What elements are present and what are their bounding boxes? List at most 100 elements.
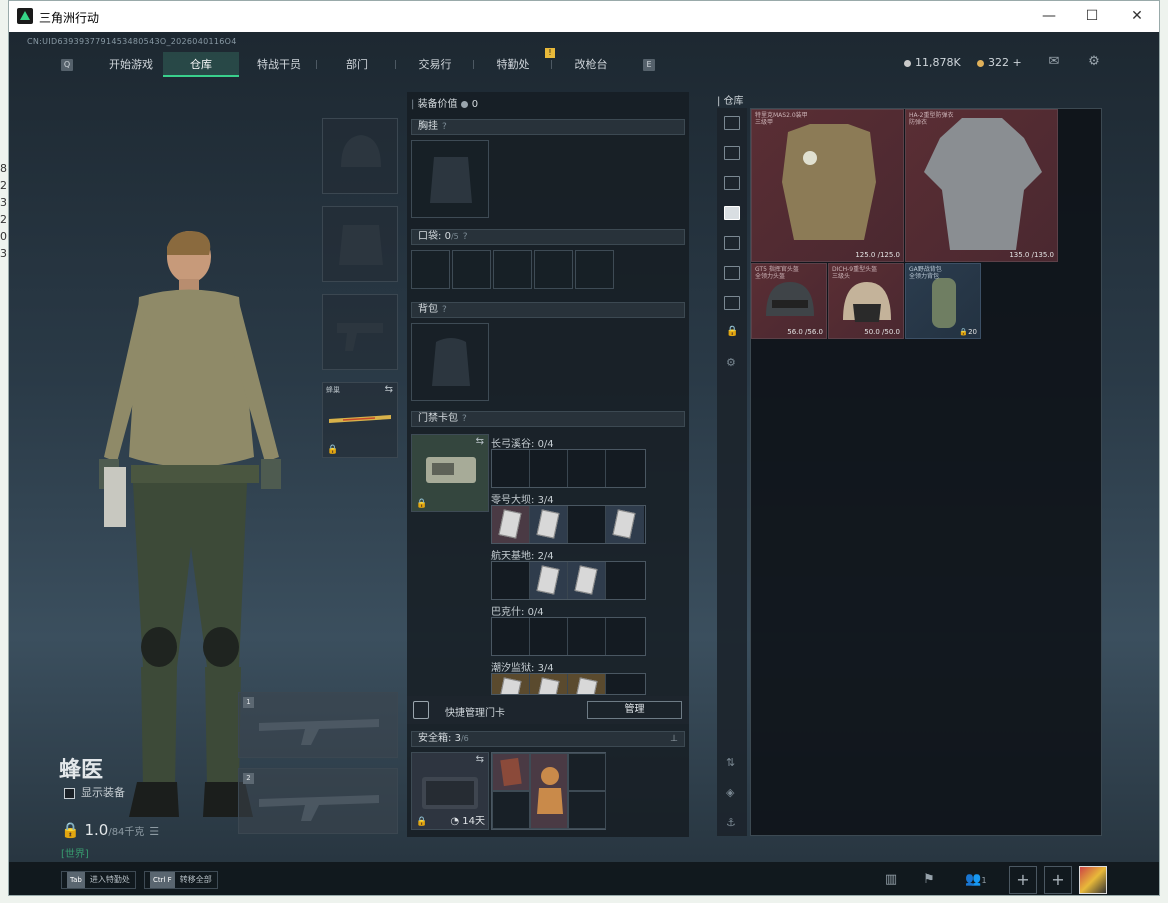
tab-start-game[interactable]: 开始游戏	[93, 52, 169, 77]
safe-item[interactable]	[492, 753, 530, 791]
tool-icon[interactable]: ⚓	[726, 816, 736, 829]
maximize-button[interactable]: ☐	[1069, 5, 1115, 27]
weapons-icon[interactable]	[724, 146, 740, 160]
gold-coin-icon	[977, 59, 984, 67]
tab-gunsmith[interactable]: 改枪台	[553, 52, 629, 77]
lock-icon: 🔒	[416, 499, 428, 509]
keycard-item[interactable]	[530, 506, 568, 543]
tab-special-ops[interactable]: 特勤处	[475, 52, 551, 77]
keycard-item[interactable]	[568, 674, 606, 694]
tab-department[interactable]: 部门	[319, 52, 395, 77]
add-teammate-button[interactable]: +	[1044, 866, 1072, 894]
show-equipment-toggle[interactable]: 显示装备	[64, 784, 125, 800]
warehouse-item-backpack[interactable]: GA野战背包 全领力背包 🔒20	[905, 263, 981, 339]
keycard-item[interactable]	[606, 506, 644, 543]
swap-icon[interactable]: ⇆	[476, 436, 484, 447]
chest-rig-slot[interactable]	[411, 140, 489, 218]
help-icon[interactable]: ?	[442, 305, 447, 315]
medical-icon[interactable]	[724, 236, 740, 250]
tab-operators[interactable]: 特战干员	[241, 52, 317, 77]
safe-item[interactable]	[530, 753, 568, 829]
tab-trading[interactable]: 交易行	[397, 52, 473, 77]
checkbox[interactable]	[64, 787, 75, 799]
help-icon[interactable]: ?	[462, 414, 467, 424]
hint-transfer-all[interactable]: Ctrl F 转移全部	[144, 871, 218, 889]
minimize-button[interactable]: —	[1026, 5, 1072, 27]
keycard-icon	[413, 701, 429, 719]
backpack-slot[interactable]	[411, 323, 489, 401]
pocket-slot[interactable]	[534, 250, 573, 289]
bottom-bar: Tab 进入特勤处 Ctrl F 转移全部 ▥ ⚑ 👥1 + +	[9, 862, 1159, 895]
melee-slot[interactable]: 蜂巢 ⇆ 🔒	[322, 382, 398, 458]
primary-weapon-slot[interactable]: 1	[238, 692, 398, 758]
close-button[interactable]: ✕	[1114, 5, 1159, 27]
help-icon[interactable]: ?	[442, 122, 447, 132]
keycard-row[interactable]	[491, 673, 646, 695]
loadout-panel: | 装备价值 0 胸挂? 口袋: 0/5? 背包? 门禁卡包? ⇆ 🔒 长弓溪谷…	[407, 92, 689, 837]
nav-divider	[551, 60, 552, 69]
swap-icon[interactable]: ⇆	[476, 754, 484, 765]
tab-warehouse[interactable]: 仓库	[163, 52, 239, 77]
operator-name: 蜂医	[59, 758, 104, 783]
player-avatar[interactable]	[1079, 866, 1107, 894]
warehouse-title: | 仓库	[717, 96, 744, 107]
pin-icon[interactable]: ⊥	[670, 732, 678, 746]
hint-enter-special-ops[interactable]: Tab 进入特勤处	[61, 871, 136, 889]
list-icon[interactable]: ☰	[149, 825, 159, 838]
keycard-wallet-slot[interactable]: ⇆ 🔒	[411, 434, 489, 512]
warehouse-item-armor[interactable]: 特里克MAS2.0装甲 三级甲 125.0 /125.0	[751, 109, 904, 262]
game-view: CN:UID6393937791453480543O_2026040116O4 …	[9, 32, 1159, 895]
warehouse-item-heavy-helmet[interactable]: DICH-9重型头盔 三级头 50.0 /50.0	[828, 263, 904, 339]
slot-number: 2	[243, 773, 254, 784]
keycard-row[interactable]	[491, 505, 646, 544]
warehouse-item-helmet[interactable]: GT5 指挥官头盔 全领力头盔 56.0 /56.0	[751, 263, 827, 339]
pocket-slot[interactable]	[452, 250, 491, 289]
pocket-slot[interactable]	[575, 250, 614, 289]
keycard-item[interactable]	[492, 674, 530, 694]
squad-icon[interactable]: 👥1	[961, 870, 991, 890]
warehouse-item-heavy-armor[interactable]: HA-2重型防弹衣 防弹衣 135.0 /135.0	[905, 109, 1058, 262]
keycard-category-label: 潮汐监狱: 3/4	[491, 663, 554, 674]
nav-key-left[interactable]: Q	[61, 59, 73, 71]
help-icon[interactable]: ?	[463, 232, 468, 242]
app-logo-icon	[17, 8, 33, 24]
stats-chart-icon[interactable]: ▥	[881, 870, 901, 890]
safe-box-slot[interactable]: ⇆ 🔒 ◔ 14天	[411, 752, 489, 830]
equipment-icon[interactable]	[724, 206, 740, 220]
ammo-icon[interactable]	[724, 176, 740, 190]
keycard-row[interactable]	[491, 449, 646, 488]
settings-gear-icon[interactable]: ⚙	[726, 356, 736, 369]
chat-line[interactable]: [世界]	[61, 845, 89, 860]
armor-slot[interactable]	[322, 206, 398, 282]
sort-icon[interactable]: ⇅	[726, 756, 735, 769]
settings-gear-icon[interactable]: ⚙	[1086, 54, 1102, 70]
layers-icon[interactable]: ◈	[726, 786, 734, 799]
nav-key-right[interactable]: E	[643, 59, 655, 71]
lock-icon[interactable]: 🔒	[726, 326, 738, 337]
misc-icon[interactable]	[724, 296, 740, 310]
coin-icon	[460, 100, 468, 108]
safe-timer: ◔ 14天	[450, 816, 485, 827]
keycard-row[interactable]	[491, 617, 646, 656]
keys-icon[interactable]	[724, 266, 740, 280]
all-items-icon[interactable]	[724, 116, 740, 130]
helmet-slot[interactable]	[322, 118, 398, 194]
lock-icon: 🔒	[327, 445, 339, 455]
manage-button[interactable]: 管理	[587, 701, 682, 719]
keycard-item[interactable]	[492, 506, 530, 543]
pistol-slot[interactable]	[322, 294, 398, 370]
keycard-item[interactable]	[530, 674, 568, 694]
pocket-slot[interactable]	[493, 250, 532, 289]
slot-number: 1	[243, 697, 254, 708]
mail-icon[interactable]: ✉	[1046, 54, 1062, 70]
secondary-weapon-slot[interactable]: 2	[238, 768, 398, 834]
keycard-item[interactable]	[530, 562, 568, 599]
pocket-slot[interactable]	[411, 250, 450, 289]
add-teammate-button[interactable]: +	[1009, 866, 1037, 894]
gold-currency[interactable]: 322 +	[977, 56, 1022, 69]
flag-icon[interactable]: ⚑	[919, 870, 939, 890]
keycard-item[interactable]	[568, 562, 606, 599]
swap-icon[interactable]: ⇆	[385, 384, 393, 395]
keycard-row[interactable]	[491, 561, 646, 600]
manage-label: 快捷管理门卡	[445, 708, 505, 719]
